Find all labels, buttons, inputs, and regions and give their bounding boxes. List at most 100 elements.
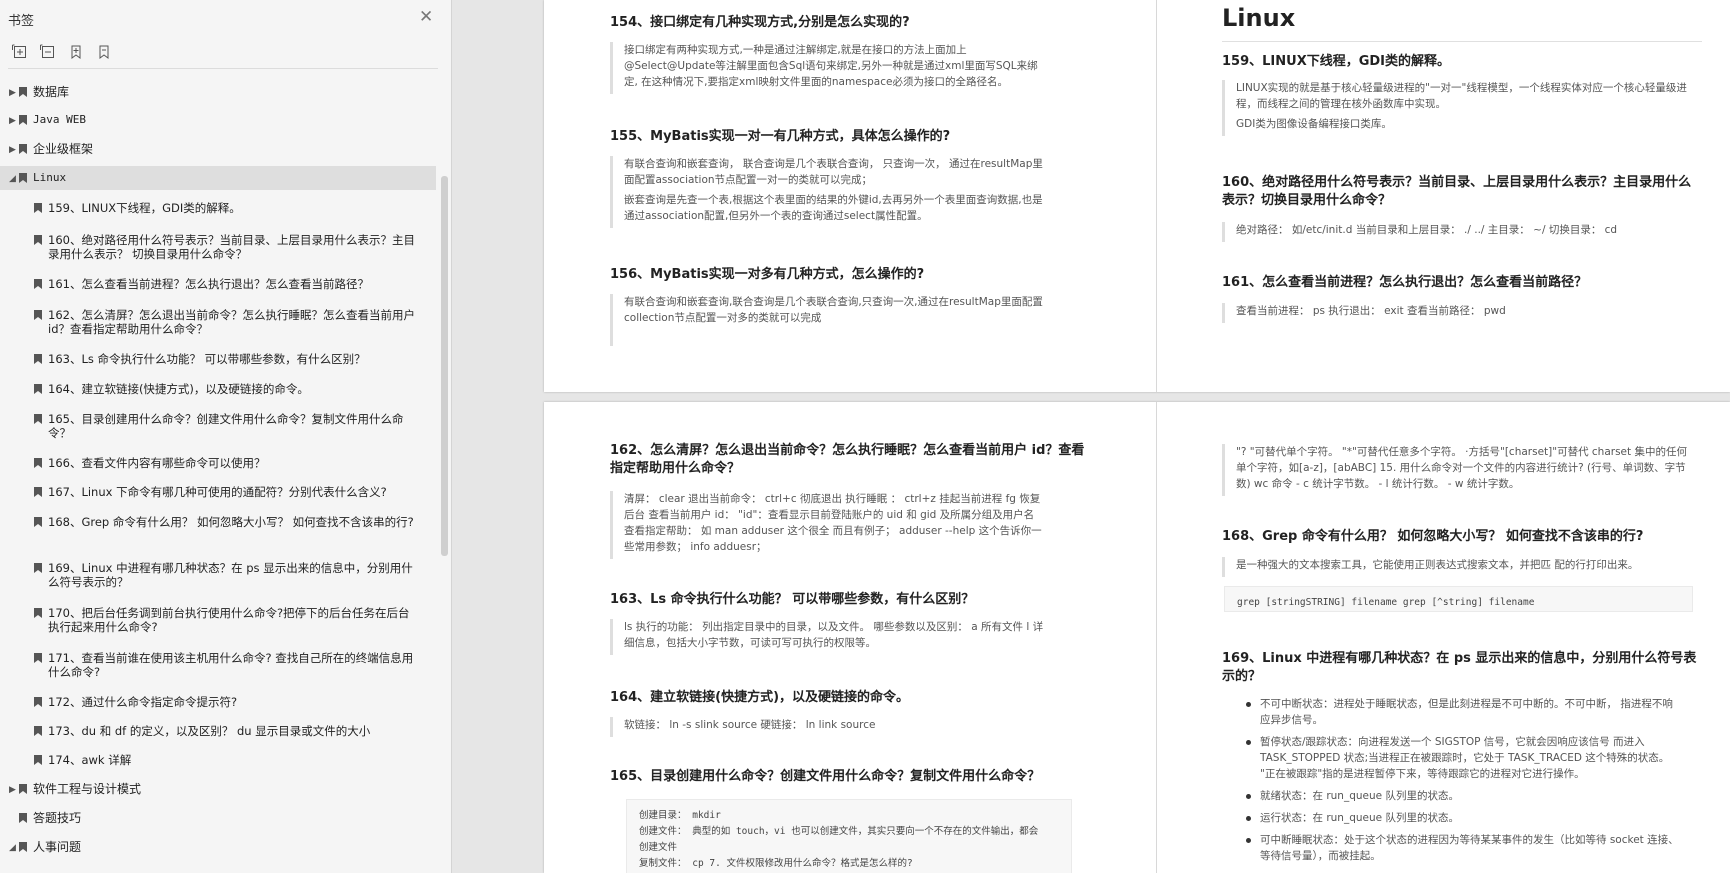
tree-item-label: 159、LINUX下线程，GDI类的解释。 — [48, 201, 241, 215]
code-line: 创建文件： 典型的如 touch，vi 也可以创建文件，其实只要向一个不存在的文… — [639, 826, 1039, 837]
tree-item-label: 171、查看当前谁在使用该主机用什么命令? 查找自己所在的终端信息用什么命令? — [48, 651, 414, 679]
tree-item-label: 答题技巧 — [33, 811, 82, 825]
answer-text: ls 执行的功能： 列出指定目录中的目录，以及文件。 哪些参数以及区别： a 所… — [624, 621, 1044, 649]
answer-block: 软链接： ln -s slink source 硬链接： ln link sou… — [610, 717, 1044, 737]
answer-text: 软链接： ln -s slink source 硬链接： ln link sou… — [624, 719, 876, 731]
chevron-down-icon[interactable]: ◢ — [9, 172, 19, 186]
collapse-all-icon[interactable] — [40, 44, 56, 60]
question-heading: 164、建立软链接(快捷方式)，以及硬链接的命令。 — [610, 690, 910, 705]
tree-item-label: 164、建立软链接(快捷方式)，以及硬链接的命令。 — [48, 382, 309, 396]
bookmark-icon — [34, 414, 42, 424]
question-heading: 160、绝对路径用什么符号表示？当前目录、上层目录用什么表示？主目录用什么表示？… — [1222, 175, 1692, 208]
expand-all-icon[interactable] — [12, 44, 28, 60]
tree-item-label: 数据库 — [33, 85, 70, 99]
answer-block: 是一种强大的文本搜索工具，它能使用正则表达式搜索文本，并把匹 配的行打印出来。 — [1222, 557, 1690, 577]
question-heading: 163、Ls 命令执行什么功能？ 可以带哪些参数，有什么区别？ — [610, 592, 975, 607]
answer-block: LINUX实现的就是基于核心轻量级进程的"一对一"线程模型，一个线程实体对应一个… — [1222, 80, 1690, 136]
question-heading: 154、接口绑定有几种实现方式,分别是怎么实现的? — [610, 15, 910, 30]
answer-text: 清屏： clear 退出当前命令： ctrl+c 彻底退出 执行睡眠 ： ctr… — [624, 493, 1042, 553]
page-divider — [1156, 0, 1157, 392]
answer-block: ls 执行的功能： 列出指定目录中的目录，以及文件。 哪些参数以及区别： a 所… — [610, 619, 1044, 655]
question-heading: 165、目录创建用什么命令？创建文件用什么命令？复制文件用什么命令？ — [610, 769, 1041, 784]
answer-text: 查看当前进程： ps 执行退出： exit 查看当前路径： pwd — [1236, 305, 1506, 317]
code-line: 创建目录： mkdir — [639, 810, 721, 821]
chevron-right-icon[interactable]: ▶ — [9, 86, 19, 100]
tree-item-label: 166、查看文件内容有哪些命令可以使用？ — [48, 456, 266, 470]
answer-text: 有联合查询和嵌套查询,联合查询是几个表联合查询,只查询一次,通过在resultM… — [624, 296, 1043, 324]
bookmark-icon — [34, 487, 42, 497]
tree-item-software-engineering[interactable]: ▶ 软件工程与设计模式 — [0, 782, 436, 802]
bookmark-icon — [34, 458, 42, 468]
tree-item-label: 169、Linux 中进程有哪几种状态？在 ps 显示出来的信息中，分别用什么符… — [48, 561, 413, 589]
code-line: 复制文件： cp 7. 文件权限修改用什么命令？格式是怎么样的? — [639, 858, 913, 869]
tree-item-label: 163、Ls 命令执行什么功能？ 可以带哪些参数，有什么区别？ — [48, 352, 366, 366]
divider — [8, 68, 438, 69]
question-heading: 168、Grep 命令有什么用？ 如何忽略大小写？ 如何查找不含该串的行? — [1222, 529, 1644, 544]
chevron-right-icon[interactable]: ▶ — [9, 143, 19, 157]
list-item: 可中断睡眠状态：处于这个状态的进程因为等待某某事件的发生（比如等待 socket… — [1242, 832, 1682, 864]
tree-item-label: 168、Grep 命令有什么用？ 如何忽略大小写？ 如何查找不含该串的行? — [48, 515, 414, 529]
tree-item-label: 160、绝对路径用什么符号表示？当前目录、上层目录用什么表示？主目录用什么表示？… — [48, 233, 415, 261]
bookmark-icon — [34, 384, 42, 394]
answer-text: GDI类为图像设备编程接口类库。 — [1236, 118, 1392, 130]
chevron-right-icon[interactable]: ▶ — [9, 783, 19, 797]
bookmark-icon — [34, 726, 42, 736]
list-item: 不可中断状态：进程处于睡眠状态，但是此刻进程是不可中断的。不可中断， 指进程不响… — [1242, 696, 1682, 728]
code-line: grep [stringSTRING] filename grep [^stri… — [1237, 597, 1535, 608]
bookmark-icon — [34, 279, 42, 289]
answer-block: 绝对路径： 如/etc/init.d 当前目录和上层目录： ./ ../ 主目录… — [1222, 222, 1690, 242]
chevron-down-icon[interactable]: ◢ — [9, 841, 19, 855]
list-item: 就绪状态：在 run_queue 队列里的状态。 — [1242, 788, 1682, 804]
answer-text: 接口绑定有两种实现方式,一种是通过注解绑定,就是在接口的方法上面加上@Selec… — [624, 44, 1038, 88]
page-divider — [1156, 402, 1157, 873]
close-icon[interactable]: ✕ — [419, 8, 433, 26]
question-heading: 156、MyBatis实现一对多有几种方式，怎么操作的? — [610, 267, 925, 282]
bookmark-icon — [19, 173, 27, 183]
bookmark-icon — [34, 653, 42, 663]
bookmark-outline-icon[interactable] — [96, 44, 112, 60]
tree-item-answer-tips[interactable]: 答题技巧 — [0, 811, 436, 831]
add-bookmark-icon[interactable] — [68, 44, 84, 60]
code-block: grep [stringSTRING] filename grep [^stri… — [1224, 586, 1693, 612]
tree-item-database[interactable]: ▶ 数据库 — [0, 85, 436, 105]
tree-item-hr-questions[interactable]: ◢ 人事问题 — [0, 840, 436, 860]
bookmark-icon — [19, 144, 27, 154]
bookmark-icon — [34, 755, 42, 765]
code-line: 创建文件 — [639, 842, 678, 853]
tree-item-label: Java WEB — [33, 113, 86, 126]
bookmark-icon — [34, 517, 42, 527]
bookmark-icon — [34, 203, 42, 213]
section-heading: Linux — [1222, 4, 1296, 32]
bookmark-icon — [34, 608, 42, 618]
question-heading: 169、Linux 中进程有哪几种状态？在 ps 显示出来的信息中，分别用什么符… — [1222, 651, 1697, 684]
tree-item-java-web[interactable]: ▶ Java WEB — [0, 113, 436, 133]
bookmark-icon — [34, 563, 42, 573]
tree-item-label: 173、du 和 df 的定义，以及区别？ du 显示目录或文件的大小 — [48, 724, 371, 738]
question-heading: 155、MyBatis实现一对一有几种方式，具体怎么操作的? — [610, 129, 951, 144]
tree-item-label: 软件工程与设计模式 — [33, 782, 142, 796]
question-heading: 159、LINUX下线程，GDI类的解释。 — [1222, 54, 1451, 69]
bookmark-icon — [34, 235, 42, 245]
sidebar-scrollbar[interactable] — [441, 176, 448, 556]
question-heading: 161、怎么查看当前进程？怎么执行退出？怎么查看当前路径？ — [1222, 275, 1588, 290]
bookmark-icon — [19, 842, 27, 852]
answer-text: 有联合查询和嵌套查询， 联合查询是几个表联合查询， 只查询一次， 通过在resu… — [624, 158, 1043, 186]
tree-item-enterprise-framework[interactable]: ▶ 企业级框架 — [0, 142, 436, 162]
tree-item-label: 170、把后台任务调到前台执行使用什么命令?把停下的后台任务在后台执行起来用什么… — [48, 606, 410, 634]
heading-rule — [1222, 41, 1702, 42]
bookmark-icon — [19, 813, 27, 823]
tree-item-linux[interactable]: ◢ Linux — [0, 166, 436, 190]
document-page-spread-2: 162、怎么清屏？怎么退出当前命令？怎么执行睡眠？怎么查看当前用户 id？查看指… — [544, 402, 1730, 873]
bookmark-icon — [19, 87, 27, 97]
panel-title: 书签 — [8, 14, 35, 29]
code-block: 创建目录： mkdir 创建文件： 典型的如 touch，vi 也可以创建文件，… — [626, 799, 1072, 873]
answer-block: 查看当前进程： ps 执行退出： exit 查看当前路径： pwd — [1222, 303, 1690, 323]
answer-text: 绝对路径： 如/etc/init.d 当前目录和上层目录： ./ ../ 主目录… — [1236, 224, 1618, 236]
answer-text: 是一种强大的文本搜索工具，它能使用正则表达式搜索文本，并把匹 配的行打印出来。 — [1236, 559, 1639, 571]
tree-item-label: 174、awk 详解 — [48, 753, 132, 767]
document-page-spread-1: 154、接口绑定有几种实现方式,分别是怎么实现的? 接口绑定有两种实现方式,一种… — [544, 0, 1730, 392]
chevron-right-icon[interactable]: ▶ — [9, 114, 19, 128]
bookmark-panel: 书签 ✕ ▶ 数据库 ▶ Java WEB ▶ 企业级框架 ◢ Linux 15… — [0, 0, 452, 873]
tree-item-label: Linux — [33, 171, 67, 184]
bullet-list: 不可中断状态：进程处于睡眠状态，但是此刻进程是不可中断的。不可中断， 指进程不响… — [1242, 696, 1682, 870]
